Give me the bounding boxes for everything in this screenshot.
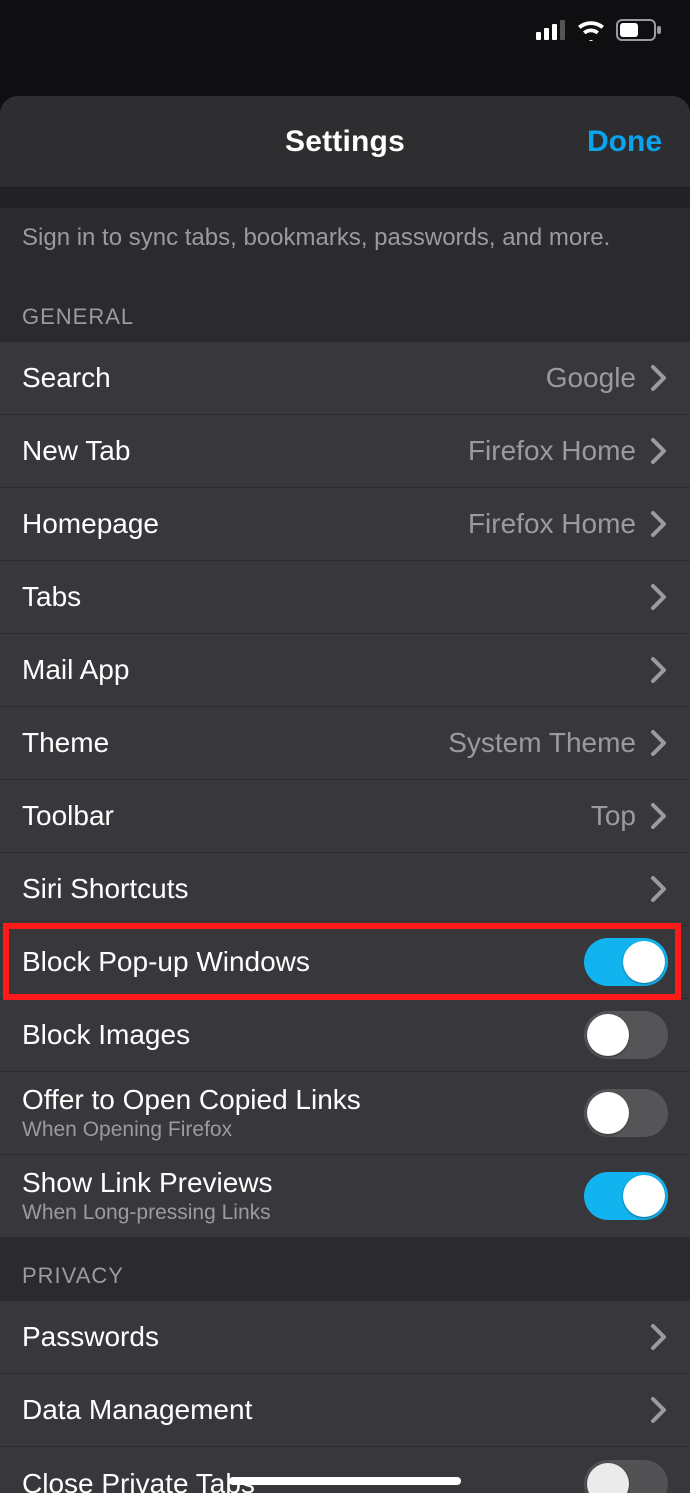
modal-header: Settings Done <box>0 96 690 188</box>
chevron-right-icon <box>650 583 668 611</box>
sync-note: Sign in to sync tabs, bookmarks, passwor… <box>0 208 690 292</box>
row-block-popups: Block Pop-up Windows <box>0 926 690 999</box>
wifi-icon <box>576 19 606 41</box>
row-data-management[interactable]: Data Management <box>0 1374 690 1447</box>
chevron-right-icon <box>650 364 668 392</box>
home-indicator[interactable] <box>229 1477 461 1485</box>
close-private-toggle[interactable] <box>584 1460 668 1493</box>
row-label: Data Management <box>22 1394 650 1426</box>
row-subtitle: When Opening Firefox <box>22 1118 584 1142</box>
row-subtitle: When Long-pressing Links <box>22 1201 584 1225</box>
row-value: Firefox Home <box>468 508 636 540</box>
row-label: New Tab <box>22 435 468 467</box>
row-value: Top <box>591 800 636 832</box>
chevron-right-icon <box>650 437 668 465</box>
row-toolbar[interactable]: Toolbar Top <box>0 780 690 853</box>
row-new-tab[interactable]: New Tab Firefox Home <box>0 415 690 488</box>
status-bar <box>0 0 690 60</box>
chevron-right-icon <box>650 656 668 684</box>
row-tabs[interactable]: Tabs <box>0 561 690 634</box>
settings-modal: Settings Done Sign in to sync tabs, book… <box>0 96 690 1493</box>
row-label: Mail App <box>22 654 650 686</box>
chevron-right-icon <box>650 802 668 830</box>
privacy-list: Passwords Data Management Close Private … <box>0 1301 690 1493</box>
row-label: Passwords <box>22 1321 650 1353</box>
chevron-right-icon <box>650 510 668 538</box>
section-header-privacy: PRIVACY <box>0 1237 690 1301</box>
row-label: Theme <box>22 727 448 759</box>
row-label: Show Link Previews <box>22 1167 584 1199</box>
row-value: Firefox Home <box>468 435 636 467</box>
block-popups-toggle[interactable] <box>584 938 668 986</box>
battery-icon <box>616 19 662 41</box>
row-label: Homepage <box>22 508 468 540</box>
row-value: System Theme <box>448 727 636 759</box>
link-previews-toggle[interactable] <box>584 1172 668 1220</box>
row-search[interactable]: Search Google <box>0 342 690 415</box>
chevron-right-icon <box>650 875 668 903</box>
chevron-right-icon <box>650 729 668 757</box>
row-label: Toolbar <box>22 800 591 832</box>
chevron-right-icon <box>650 1323 668 1351</box>
row-label: Tabs <box>22 581 650 613</box>
cellular-icon <box>536 20 566 40</box>
row-close-private-tabs: Close Private Tabs <box>0 1447 690 1493</box>
row-passwords[interactable]: Passwords <box>0 1301 690 1374</box>
row-label: Block Pop-up Windows <box>22 946 584 978</box>
chevron-right-icon <box>650 1396 668 1424</box>
row-label: Siri Shortcuts <box>22 873 650 905</box>
done-button[interactable]: Done <box>587 96 662 187</box>
row-label: Offer to Open Copied Links <box>22 1084 584 1116</box>
row-homepage[interactable]: Homepage Firefox Home <box>0 488 690 561</box>
row-siri-shortcuts[interactable]: Siri Shortcuts <box>0 853 690 926</box>
row-mail-app[interactable]: Mail App <box>0 634 690 707</box>
row-copied-links: Offer to Open Copied Links When Opening … <box>0 1072 690 1155</box>
row-block-images: Block Images <box>0 999 690 1072</box>
row-link-previews: Show Link Previews When Long-pressing Li… <box>0 1155 690 1237</box>
section-header-general: GENERAL <box>0 292 690 342</box>
block-images-toggle[interactable] <box>584 1011 668 1059</box>
row-label: Block Images <box>22 1019 584 1051</box>
row-value: Google <box>546 362 636 394</box>
row-label: Search <box>22 362 546 394</box>
copied-links-toggle[interactable] <box>584 1089 668 1137</box>
row-theme[interactable]: Theme System Theme <box>0 707 690 780</box>
general-list: Search Google New Tab Firefox Home Homep… <box>0 342 690 1237</box>
page-title: Settings <box>285 125 405 159</box>
